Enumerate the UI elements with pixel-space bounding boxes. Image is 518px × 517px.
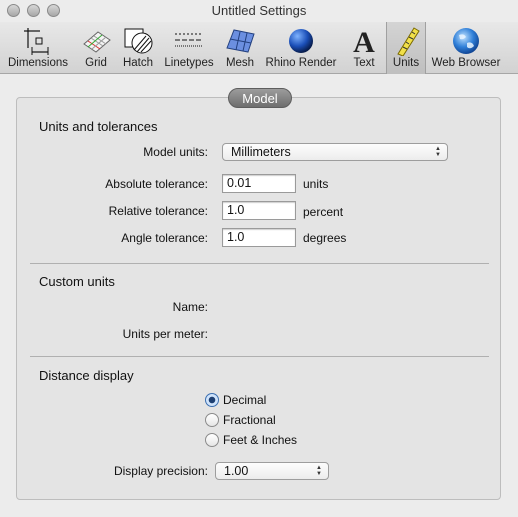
toolbar-item-label: Web Browser (431, 57, 501, 69)
radio-decimal[interactable] (205, 393, 219, 407)
units-per-meter-label: Units per meter: (122, 327, 208, 341)
display-precision-value: 1.00 (224, 464, 249, 478)
radio-feet-inches[interactable] (205, 433, 219, 447)
toolbar-item-hatch[interactable]: Hatch (118, 22, 158, 74)
toolbar-item-label: Grid (85, 57, 107, 69)
section-title-custom-units: Custom units (39, 274, 115, 289)
radio-decimal-label: Decimal (223, 393, 267, 407)
toolbar-item-linetypes[interactable]: Linetypes (160, 22, 218, 74)
toolbar-item-mesh[interactable]: Mesh (220, 22, 260, 74)
toolbar-item-label: Dimensions (7, 57, 69, 69)
toolbar-item-web-browser[interactable]: Web Browser (428, 22, 504, 74)
section-title-distance-display: Distance display (39, 368, 134, 383)
radio-feet-inches-label: Feet & Inches (223, 433, 298, 447)
relative-tolerance-unit: percent (303, 205, 344, 219)
ruler-icon (397, 27, 420, 56)
updown-arrows-icon: ▲ ▼ (435, 146, 441, 158)
window-title: Untitled Settings (211, 3, 307, 18)
toolbar-item-label: Linetypes (164, 57, 214, 69)
display-precision-label: Display precision: (113, 464, 208, 478)
toolbar-item-label: Text (353, 57, 375, 69)
toolbar-item-label: Hatch (122, 57, 154, 69)
text-icon: A (353, 26, 375, 56)
mesh-icon (226, 29, 255, 53)
toolbar-item-label: Units (392, 57, 420, 69)
tab-model[interactable]: Model (228, 88, 292, 108)
toolbar-item-label: Rhino Render (265, 57, 337, 69)
dimensions-icon (24, 28, 49, 55)
grid-icon (83, 31, 111, 53)
settings-window: Untitled Settings Dimensions Grid Hatch … (0, 0, 518, 517)
model-units-label: Model units: (143, 145, 208, 159)
close-window-button[interactable] (7, 4, 20, 17)
absolute-tolerance-label: Absolute tolerance: (105, 177, 208, 191)
absolute-tolerance-unit: units (303, 177, 329, 191)
toolbar-item-rhino-render[interactable]: Rhino Render (262, 22, 340, 74)
model-units-value: Millimeters (231, 145, 291, 159)
svg-text:A: A (353, 26, 375, 56)
globe-icon (453, 28, 479, 54)
toolbar-item-dimensions[interactable]: Dimensions (2, 22, 74, 74)
minimize-window-button[interactable] (27, 4, 40, 17)
preferences-toolbar: Dimensions Grid Hatch Linetypes Mesh Rhi… (0, 22, 518, 74)
zoom-window-button[interactable] (47, 4, 60, 17)
linetypes-icon (175, 33, 203, 47)
display-precision-select[interactable]: 1.00 ▲ ▼ (215, 462, 329, 480)
relative-tolerance-label: Relative tolerance: (108, 204, 208, 218)
angle-tolerance-field[interactable]: 1.0 (222, 228, 296, 247)
radio-fractional-label: Fractional (223, 413, 276, 427)
toolbar-item-label: Mesh (225, 57, 255, 69)
section-divider (30, 263, 489, 264)
hatch-icon (124, 28, 153, 54)
toolbar-item-grid[interactable]: Grid (76, 22, 116, 74)
render-sphere-icon (289, 29, 313, 53)
section-divider (30, 356, 489, 357)
section-title-units-tolerances: Units and tolerances (39, 119, 158, 134)
toolbar-item-text[interactable]: A Text (342, 22, 386, 74)
model-units-select[interactable]: Millimeters ▲ ▼ (222, 143, 448, 161)
absolute-tolerance-field[interactable]: 0.01 (222, 174, 296, 193)
title-bar: Untitled Settings (0, 0, 518, 22)
updown-arrows-icon: ▲ ▼ (316, 465, 322, 477)
angle-tolerance-label: Angle tolerance: (121, 231, 208, 245)
toolbar-item-units[interactable]: Units (386, 22, 426, 74)
radio-fractional[interactable] (205, 413, 219, 427)
angle-tolerance-unit: degrees (303, 231, 347, 245)
custom-name-label: Name: (172, 300, 208, 314)
relative-tolerance-field[interactable]: 1.0 (222, 201, 296, 220)
